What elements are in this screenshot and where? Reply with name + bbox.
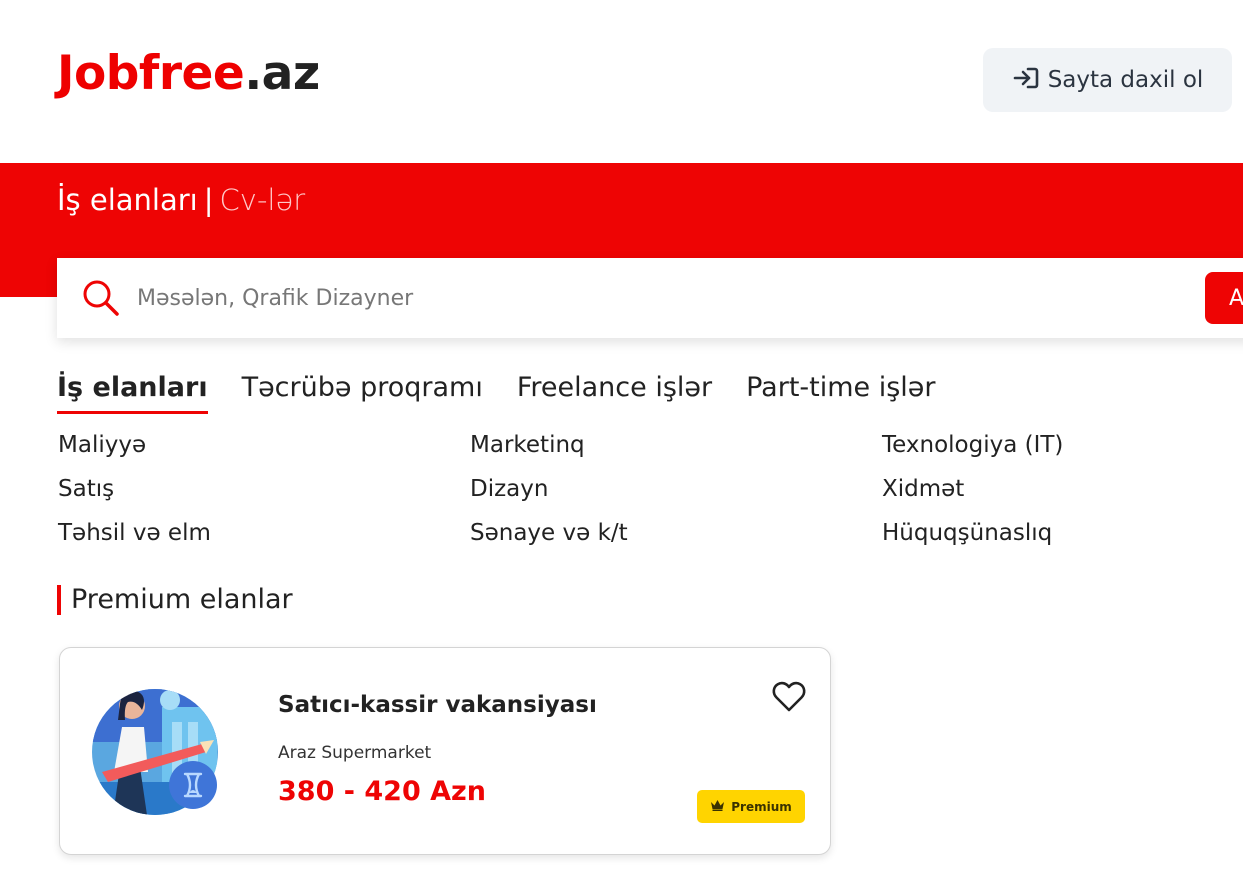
tab-jobs[interactable]: İş elanları (57, 372, 208, 414)
search-icon[interactable] (81, 278, 121, 322)
tab-internship[interactable]: Təcrübə proqramı (242, 372, 483, 414)
login-label: Sayta daxil ol (1047, 67, 1204, 93)
category-link-industry[interactable]: Sənaye və k/t (470, 518, 882, 549)
company-name: Araz Supermarket (278, 743, 432, 763)
category-link-service[interactable]: Xidmət (882, 474, 1238, 505)
category-link-finance[interactable]: Maliyyə (58, 430, 470, 461)
search-button[interactable]: A (1205, 272, 1243, 324)
job-title[interactable]: Satıcı-kassir vakansiyası (278, 692, 597, 718)
banner-tabs: İş elanları | Cv-lər (57, 186, 305, 215)
category-link-marketing[interactable]: Marketinq (470, 430, 882, 461)
logo-tld: .az (244, 46, 320, 101)
tab-part-time[interactable]: Part-time işlər (746, 372, 935, 414)
category-list: Maliyyə Marketinq Texnologiya (IT) Satış… (58, 430, 1238, 549)
crown-icon (710, 799, 725, 814)
search-input[interactable] (137, 280, 1137, 316)
job-card[interactable]: Satıcı-kassir vakansiyası Araz Supermark… (59, 647, 831, 855)
login-arrow-icon (1012, 66, 1040, 94)
tab-freelance[interactable]: Freelance işlər (517, 372, 712, 414)
site-header: Jobfree.az Sayta daxil ol (0, 0, 1243, 163)
job-type-tabs: İş elanları Təcrübə proqramı Freelance i… (57, 372, 936, 414)
category-link-law[interactable]: Hüquqşünaslıq (882, 518, 1238, 549)
search-box: A (57, 258, 1243, 338)
heart-icon[interactable] (771, 679, 807, 717)
site-logo[interactable]: Jobfree.az (57, 50, 320, 97)
category-link-education[interactable]: Təhsil və elm (58, 518, 470, 549)
job-illustration (92, 682, 222, 821)
logo-brand: Jobfree (57, 46, 245, 101)
premium-badge-label: Premium (731, 799, 792, 814)
category-link-design[interactable]: Dizayn (470, 474, 882, 505)
salary: 380 - 420 Azn (278, 776, 486, 807)
category-link-it[interactable]: Texnologiya (IT) (882, 430, 1238, 461)
banner-tab-cvs[interactable]: Cv-lər (220, 183, 306, 217)
premium-section-title: Premium elanlar (57, 585, 293, 615)
premium-badge: Premium (697, 790, 805, 823)
category-link-sales[interactable]: Satış (58, 474, 470, 505)
login-button[interactable]: Sayta daxil ol (983, 48, 1232, 112)
banner-separator: | (203, 183, 214, 217)
banner-tab-jobs[interactable]: İş elanları (57, 183, 198, 217)
